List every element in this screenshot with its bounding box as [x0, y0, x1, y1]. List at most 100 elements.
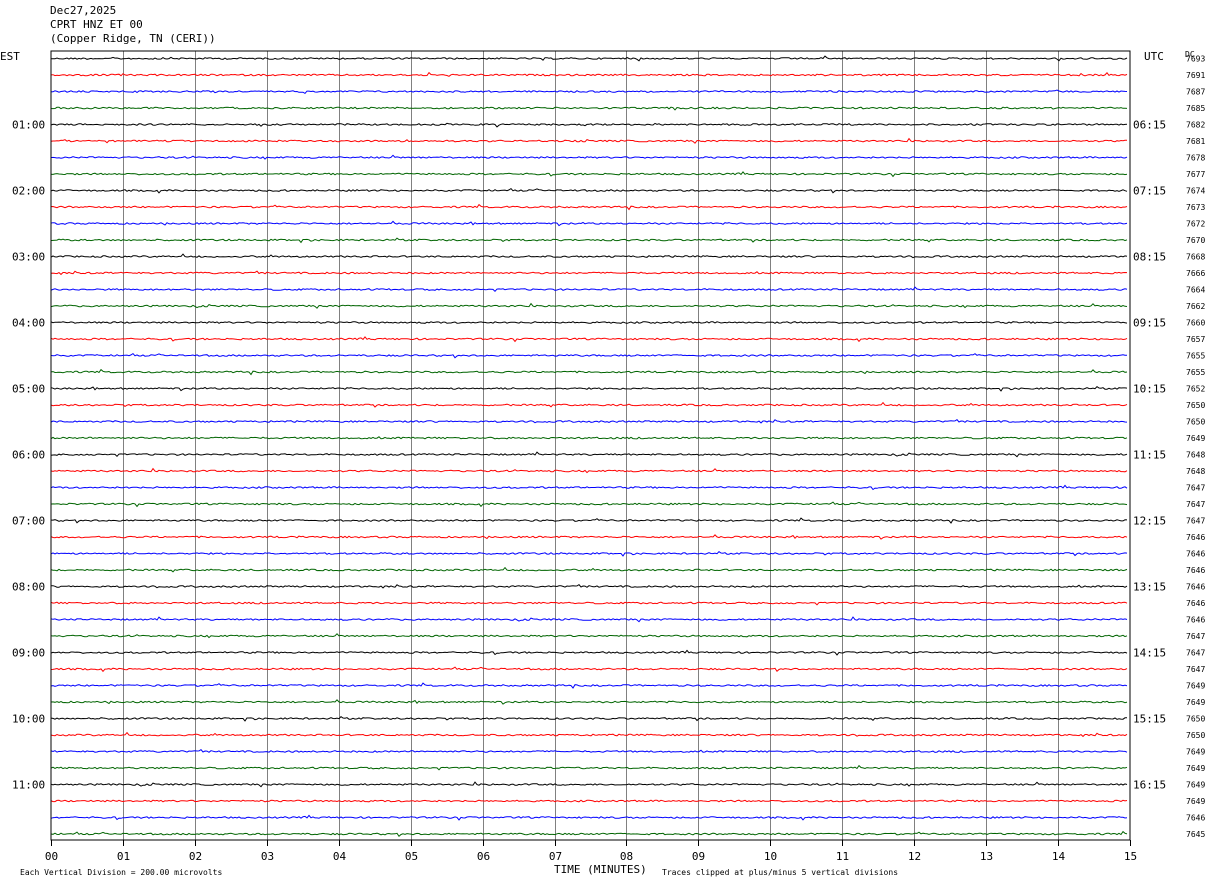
dc-offset-label: 7655	[1186, 352, 1205, 361]
x-tick-label: 06	[477, 850, 490, 863]
x-tick-label: 07	[549, 850, 562, 863]
dc-offset-label: 7666	[1186, 269, 1205, 278]
seismic-trace	[50, 649, 1128, 656]
seismic-trace	[50, 601, 1128, 606]
dc-offset-label: 7664	[1186, 286, 1205, 295]
seismic-trace	[50, 171, 1128, 178]
seismic-trace	[50, 419, 1128, 424]
seismic-trace	[50, 799, 1128, 803]
dc-offset-label: 7649	[1186, 797, 1205, 806]
dc-offset-label: 7673	[1186, 203, 1205, 212]
seismic-trace	[50, 71, 1128, 77]
right-timezone-label: UTC	[1144, 50, 1164, 63]
seismic-trace	[50, 467, 1128, 474]
x-tick-label: 00	[45, 850, 58, 863]
right-hour-label: 08:15	[1133, 251, 1166, 264]
seismic-trace	[50, 321, 1128, 324]
seismic-trace	[50, 781, 1128, 788]
time-gridlines	[51, 51, 1131, 846]
seismic-trace	[50, 368, 1128, 376]
left-hour-label: 01:00	[12, 119, 45, 132]
dc-offset-label: 7677	[1186, 170, 1205, 179]
dc-offset-label: 7645	[1186, 830, 1205, 839]
dc-offset-label: 7649	[1186, 748, 1205, 757]
dc-offset-label: 7691	[1186, 71, 1205, 80]
seismic-trace	[50, 137, 1127, 144]
dc-offset-label: 7662	[1186, 302, 1205, 311]
dc-offset-label: 7649	[1186, 682, 1205, 691]
x-tick-label: 09	[692, 850, 705, 863]
dc-offset-label: 7668	[1186, 253, 1205, 262]
seismic-trace	[50, 270, 1128, 276]
x-tick-label: 02	[189, 850, 202, 863]
dc-offset-label: 7687	[1186, 88, 1205, 97]
seismic-trace	[50, 814, 1128, 821]
seismic-trace	[50, 451, 1128, 458]
dc-offset-label: 7655	[1186, 368, 1205, 377]
dc-offset-label: 7670	[1186, 236, 1205, 245]
dc-offset-label: 7650	[1186, 401, 1205, 410]
left-timezone-label: EST	[0, 50, 20, 63]
seismic-trace	[50, 55, 1128, 62]
scale-note: Each Vertical Division = 200.00 microvol…	[20, 868, 222, 877]
right-hour-label: 06:15	[1133, 119, 1166, 132]
x-axis-label: TIME (MINUTES)	[554, 863, 647, 876]
seismic-trace	[50, 220, 1128, 227]
left-hour-label: 06:00	[12, 449, 45, 462]
dc-offset-label: 7681	[1186, 137, 1205, 146]
left-hour-label: 03:00	[12, 251, 45, 264]
left-hour-label: 09:00	[12, 647, 45, 660]
dc-offset-label: 7657	[1186, 335, 1205, 344]
seismic-trace	[50, 106, 1128, 111]
seismic-trace	[50, 534, 1128, 540]
dc-offset-label: 7646	[1186, 550, 1205, 559]
axis-labels: 00 01 02 03 04 05 06 07 08 09 10 11 12 13 14 1576937691…	[12, 55, 1205, 864]
dc-offset-label: 7649	[1186, 434, 1205, 443]
seismic-trace	[50, 436, 1128, 440]
dc-offset-label: 7646	[1186, 814, 1205, 823]
left-hour-label: 10:00	[12, 713, 45, 726]
dc-offset-label: 7646	[1186, 583, 1205, 592]
left-hour-label: 07:00	[12, 515, 45, 528]
right-hour-label: 13:15	[1133, 581, 1166, 594]
right-hour-label: 14:15	[1133, 647, 1166, 660]
dc-offset-label: 7647	[1186, 665, 1205, 674]
helicorder-plot: 00 01 02 03 04 05 06 07 08 09 10 11 12 13 14 1576937691…	[0, 50, 1205, 877]
seismic-trace	[50, 749, 1128, 753]
seismic-trace	[50, 517, 1128, 524]
seismic-trace	[50, 286, 1128, 293]
right-hour-label: 09:15	[1133, 317, 1166, 330]
x-tick-label: 13	[980, 850, 993, 863]
dc-offset-label: 7685	[1186, 104, 1205, 113]
seismic-trace	[50, 253, 1128, 259]
dc-offset-label: 7674	[1186, 187, 1205, 196]
seismic-trace	[50, 501, 1128, 508]
x-tick-label: 04	[333, 850, 347, 863]
seismic-trace	[50, 336, 1128, 343]
right-hour-label: 16:15	[1133, 779, 1166, 792]
dc-offset-label: 7646	[1186, 599, 1205, 608]
x-tick-label: 10	[764, 850, 777, 863]
dc-offset-label: 7650	[1186, 715, 1205, 724]
seismic-trace	[50, 484, 1128, 491]
right-hour-label: 11:15	[1133, 449, 1166, 462]
seismic-trace	[50, 203, 1128, 211]
seismic-trace	[50, 616, 1128, 623]
dc-offset-label: 7646	[1186, 616, 1205, 625]
dc-offset-label: 7649	[1186, 698, 1205, 707]
dc-offset-label: 7652	[1186, 385, 1205, 394]
right-hour-label: 15:15	[1133, 713, 1166, 726]
dc-offset-label: 7646	[1186, 533, 1205, 542]
x-tick-label: 15	[1124, 850, 1137, 863]
seismic-trace	[50, 633, 1128, 639]
seismic-trace	[50, 764, 1128, 771]
seismic-trace	[50, 551, 1128, 557]
seismic-trace	[50, 122, 1128, 128]
seismic-trace	[50, 154, 1128, 160]
left-hour-label: 08:00	[12, 581, 45, 594]
seismic-trace	[50, 731, 1128, 738]
seismic-trace	[50, 716, 1127, 722]
x-tick-label: 14	[1052, 850, 1066, 863]
left-hour-label: 04:00	[12, 317, 45, 330]
seismic-trace	[50, 386, 1128, 392]
